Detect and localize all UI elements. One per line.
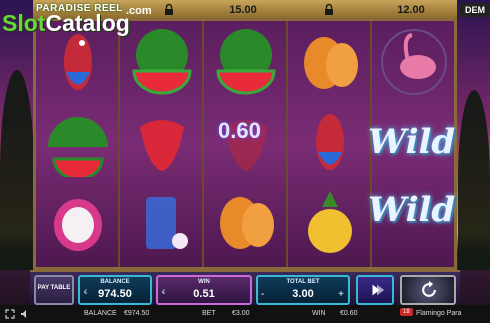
sound-icon[interactable] [20, 309, 30, 319]
papaya-icon [304, 37, 358, 89]
reel-2 [120, 21, 204, 267]
wild-symbol: Wild [368, 190, 456, 230]
site-logo-domain: .com [126, 5, 152, 17]
footer-balance-value: €974.50 [124, 310, 150, 317]
paytable-label: PAY TABLE [37, 285, 71, 291]
balance-value: 974.50 [98, 288, 132, 300]
total-bet-value: 3.00 [292, 288, 314, 300]
total-bet-label: TOTAL BET [286, 279, 320, 285]
reel-4 [288, 21, 372, 267]
cocktail-icon [146, 197, 188, 249]
win-label: WIN [198, 279, 210, 285]
palm-tree-right [458, 90, 490, 270]
lock-icon[interactable] [323, 3, 335, 16]
footer-bet-value: €3.00 [232, 310, 250, 317]
watermelon-icon [48, 117, 108, 177]
footer-bar: BALANCE €974.50 BET €3.00 WIN €0.60 18 F… [0, 305, 490, 323]
lock-icon[interactable] [163, 3, 175, 16]
footer-win-value: €0.60 [340, 310, 358, 317]
win-box: WIN € 0.51 [156, 275, 252, 305]
site-logo: SlotCatalog [2, 10, 130, 37]
spin-button[interactable] [400, 275, 456, 305]
papaya-icon [220, 197, 274, 249]
parrot-icon [64, 34, 92, 90]
fullscreen-icon[interactable] [5, 309, 15, 319]
strawberry-icon [140, 120, 184, 171]
wild-symbol: Wild [368, 122, 456, 162]
bet-plus-button[interactable]: + [338, 289, 344, 300]
site-logo-slot: Slot [2, 10, 46, 36]
site-logo-catalog: Catalog [45, 10, 130, 36]
balance-label: BALANCE [100, 279, 130, 285]
watermelon-icon [132, 29, 192, 95]
footer-balance-label: BALANCE [84, 310, 117, 317]
total-bet-box: TOTAL BET - 3.00 + [256, 275, 350, 305]
parrot-icon [316, 114, 344, 170]
watermelon-icon [216, 29, 276, 95]
footer-game-title: Flamingo Para [416, 310, 462, 317]
autoplay-button[interactable] [356, 275, 394, 305]
autoplay-icon [372, 284, 385, 296]
demo-badge: DEM [460, 3, 490, 17]
balance-box: BALANCE € 974.50 [78, 275, 152, 305]
age-rating-badge: 18 [400, 308, 413, 316]
control-panel: PAY TABLE BALANCE € 974.50 WIN € 0.51 TO… [30, 270, 460, 305]
reel-cost-2[interactable]: 15.00 [201, 2, 285, 17]
pineapple-icon [308, 191, 352, 253]
dragon-fruit-icon [54, 199, 102, 251]
spin-icon [422, 280, 436, 297]
paytable-button[interactable]: PAY TABLE [34, 275, 74, 305]
reel-1 [36, 21, 120, 267]
footer-win-label: WIN [312, 310, 326, 317]
palm-tree-left [0, 70, 34, 270]
win-value: 0.51 [193, 288, 215, 300]
reel-cost-4[interactable]: 12.00 [369, 2, 453, 17]
flamingo-icon [381, 29, 447, 95]
win-amount-overlay: 0.60 [218, 118, 261, 143]
footer-bet-label: BET [202, 310, 216, 317]
reel-3 [204, 21, 288, 267]
